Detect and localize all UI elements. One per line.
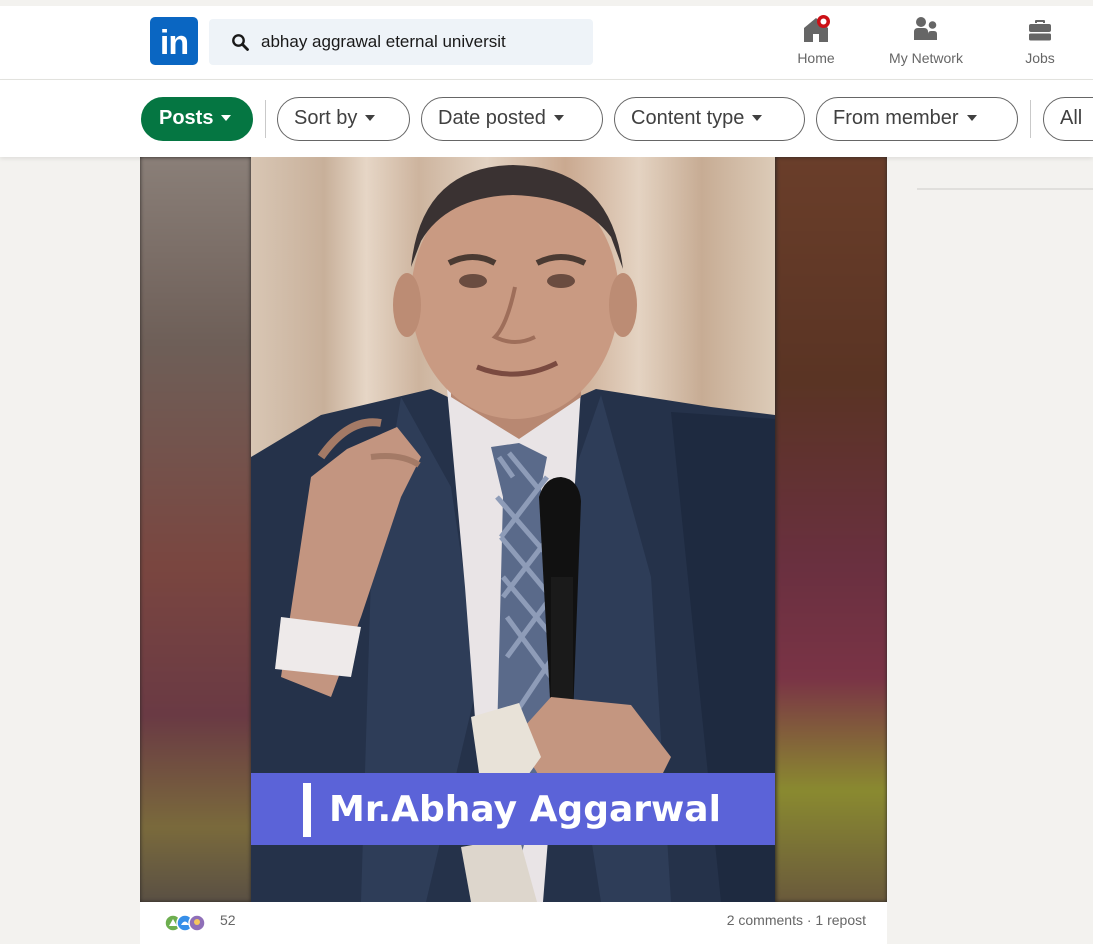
video-caption-text: Mr.Abhay Aggarwal [329, 789, 721, 830]
caret-down-icon [553, 115, 564, 121]
filter-sort-by-label: Sort by [294, 107, 358, 129]
filter-date-posted-label: Date posted [438, 107, 546, 129]
nav-my-network[interactable]: My Network [874, 14, 978, 74]
nav-jobs-label: Jobs [1025, 50, 1055, 66]
search-input[interactable] [261, 19, 581, 65]
filter-content-type-label: Content type [631, 107, 745, 129]
caret-down-icon [966, 115, 977, 121]
nav-top-strip [0, 0, 1093, 6]
video-blur-right [776, 157, 887, 902]
comments-reposts-count[interactable]: 2 comments · 1 repost [727, 912, 866, 928]
right-rail-divider [917, 188, 1093, 190]
social-activity-row: 52 2 comments · 1 repost [140, 902, 887, 944]
nav-home-label: Home [797, 50, 835, 66]
home-icon [804, 15, 830, 42]
filter-divider [1030, 100, 1031, 138]
filter-from-member-label: From member [833, 107, 959, 129]
caret-down-icon [752, 115, 763, 121]
filter-all-filters-button[interactable]: All [1043, 97, 1093, 141]
caption-accent-bar [303, 783, 311, 837]
nav-home[interactable]: Home [786, 14, 846, 74]
briefcase-icon [1029, 20, 1051, 41]
caret-down-icon [365, 115, 376, 121]
filter-from-member-button[interactable]: From member [816, 97, 1018, 141]
caret-down-icon [221, 115, 232, 121]
filter-all-filters-label: All [1060, 107, 1083, 129]
people-icon [914, 17, 937, 40]
insightful-icon [188, 914, 206, 932]
reactions-icon-group[interactable] [164, 914, 214, 932]
video-blur-left [140, 157, 251, 902]
nav-my-network-label: My Network [889, 50, 963, 66]
filter-content-type-button[interactable]: Content type [614, 97, 805, 141]
video-frame: Mr.Abhay Aggarwal [251, 157, 775, 902]
linkedin-logo[interactable]: in [150, 17, 198, 65]
filter-divider [265, 100, 266, 138]
search-filter-bar: Posts Sort by Date posted Content type F… [0, 80, 1093, 157]
post-video[interactable]: Mr.Abhay Aggarwal [140, 157, 887, 902]
filter-date-posted-button[interactable]: Date posted [421, 97, 603, 141]
filter-sort-by-button[interactable]: Sort by [277, 97, 410, 141]
global-nav: in Home My Network Jobs [0, 0, 1093, 80]
search-box[interactable] [209, 19, 593, 65]
nav-jobs[interactable]: Jobs [1010, 14, 1070, 74]
filter-posts-button[interactable]: Posts [141, 97, 253, 141]
filter-posts-label: Posts [159, 107, 214, 129]
post-card: Mr.Abhay Aggarwal 52 2 comments · 1 repo… [140, 157, 887, 944]
search-icon [232, 34, 249, 51]
video-caption-banner: Mr.Abhay Aggarwal [251, 773, 775, 845]
reaction-count[interactable]: 52 [220, 912, 236, 928]
